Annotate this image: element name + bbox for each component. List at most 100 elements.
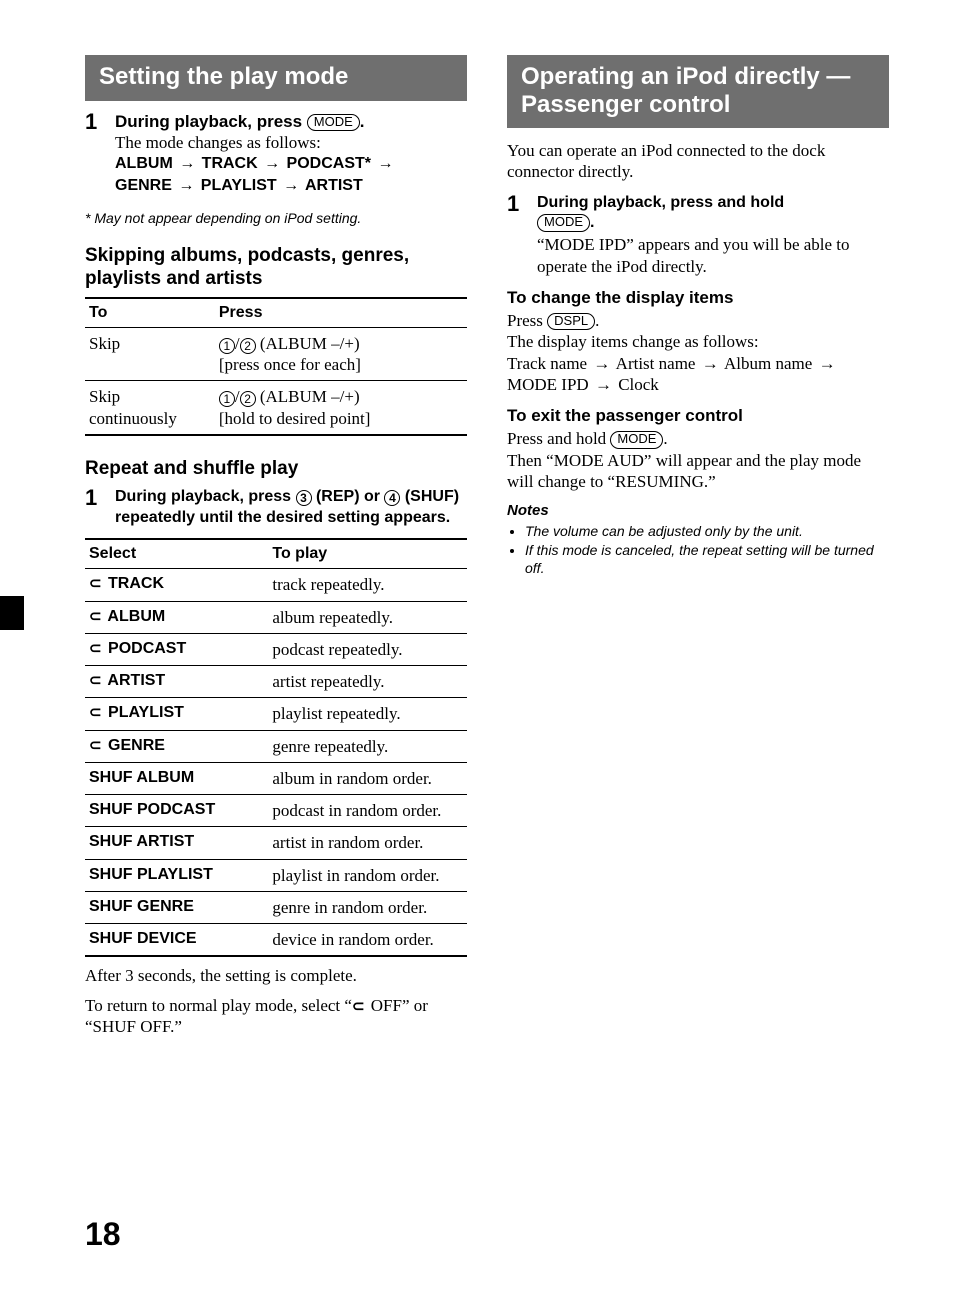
exit-sub: Then “MODE AUD” will appear and the play…: [507, 450, 889, 493]
cell-to-play: artist in random order.: [268, 827, 467, 859]
cell-select: SHUF DEVICE: [85, 924, 268, 957]
circled-2-icon: 2: [240, 338, 256, 354]
step-1-left: 1 During playback, press MODE. The mode …: [85, 111, 467, 198]
side-tab: [0, 596, 24, 630]
step-body: During playback, press and hold MODE. “M…: [537, 193, 889, 277]
cell-select: SHUF ARTIST: [85, 827, 268, 859]
cell-select: SHUF PLAYLIST: [85, 859, 268, 891]
table-header: Select: [85, 539, 268, 569]
subheading-exit-passenger: To exit the passenger control: [507, 405, 889, 426]
display-sequence: Track name → Artist name → Album name → …: [507, 353, 889, 396]
return-text: To return to normal play mode, select “⊂…: [85, 995, 467, 1038]
step-number: 1: [85, 111, 105, 198]
section-heading-play-mode: Setting the play mode: [85, 55, 467, 101]
step-body: During playback, press MODE. The mode ch…: [115, 111, 467, 198]
table-header: To: [85, 298, 215, 328]
mode-button-label: MODE: [537, 214, 590, 231]
cell-select: ⊂ TRACK: [85, 569, 268, 601]
table-row: SHUF ARTISTartist in random order.: [85, 827, 467, 859]
cell-to-play: album repeatedly.: [268, 601, 467, 633]
subheading-repeat-shuffle: Repeat and shuffle play: [85, 458, 467, 481]
step-body: During playback, press 3 (REP) or 4 (SHU…: [115, 487, 467, 529]
cell-to-play: artist repeatedly.: [268, 666, 467, 698]
cell-press: 1/2 (ALBUM –/+)[hold to desired point]: [215, 381, 467, 435]
step-1-right: 1 During playback, press and hold MODE. …: [507, 193, 889, 277]
mode-button-label: MODE: [610, 431, 663, 448]
repeat-icon: ⊂: [89, 672, 100, 691]
asterisk-note: * May not appear depending on iPod setti…: [85, 210, 467, 228]
table-row: ⊂ ALBUMalbum repeatedly.: [85, 601, 467, 633]
table-row: ⊂ PODCASTpodcast repeatedly.: [85, 633, 467, 665]
step-period: .: [360, 112, 365, 131]
cell-select: ⊂ GENRE: [85, 730, 268, 762]
step-1-repeat: 1 During playback, press 3 (REP) or 4 (S…: [85, 487, 467, 529]
cell-to-play: podcast repeatedly.: [268, 633, 467, 665]
mode-sequence: ALBUM → TRACK → PODCAST* → GENRE → PLAYL…: [115, 153, 467, 198]
repeat-icon: ⊂: [89, 640, 100, 659]
mode-button-label: MODE: [307, 114, 360, 131]
right-column: Operating an iPod directly — Passenger c…: [507, 55, 889, 1038]
table-row: Skip continuously1/2 (ALBUM –/+)[hold to…: [85, 381, 467, 435]
table-header: Press: [215, 298, 467, 328]
press-hold-mode: Press and hold MODE.: [507, 428, 889, 449]
page: Setting the play mode 1 During playback,…: [0, 0, 954, 1294]
text: (REP) or: [312, 488, 385, 505]
circled-3-icon: 3: [296, 490, 312, 506]
cell-to-play: podcast in random order.: [268, 795, 467, 827]
step-number: 1: [85, 487, 105, 529]
text: During playback, press: [115, 488, 296, 505]
display-change-text: The display items change as follows:: [507, 331, 889, 352]
step-sub: The mode changes as follows:: [115, 132, 467, 153]
repeat-icon: ⊂: [89, 737, 100, 756]
table-row: SHUF PODCASTpodcast in random order.: [85, 795, 467, 827]
table-row: SHUF DEVICEdevice in random order.: [85, 924, 467, 957]
subheading-skipping: Skipping albums, podcasts, genres, playl…: [85, 245, 467, 291]
section-heading-passenger: Operating an iPod directly — Passenger c…: [507, 55, 889, 128]
table-row: ⊂ ARTISTartist repeatedly.: [85, 666, 467, 698]
cell-to-play: track repeatedly.: [268, 569, 467, 601]
list-item: If this mode is canceled, the repeat set…: [525, 542, 889, 577]
table-row: Skip1/2 (ALBUM –/+)[press once for each]: [85, 327, 467, 381]
skip-table: To Press Skip1/2 (ALBUM –/+)[press once …: [85, 297, 467, 436]
list-item: The volume can be adjusted only by the u…: [525, 523, 889, 541]
notes-list: The volume can be adjusted only by the u…: [507, 523, 889, 578]
cell-to-play: device in random order.: [268, 924, 467, 957]
column-container: Setting the play mode 1 During playback,…: [85, 55, 889, 1038]
cell-select: SHUF ALBUM: [85, 762, 268, 794]
press-dspl: Press DSPL.: [507, 310, 889, 331]
left-column: Setting the play mode 1 During playback,…: [85, 55, 467, 1038]
cell-select: ⊂ PLAYLIST: [85, 698, 268, 730]
text: .: [590, 214, 594, 231]
notes-heading: Notes: [507, 502, 889, 521]
step-number: 1: [507, 193, 527, 277]
repeat-shuffle-table: Select To play ⊂ TRACKtrack repeatedly.⊂…: [85, 538, 467, 957]
page-number: 18: [85, 1214, 121, 1254]
text: During playback, press and hold: [537, 194, 784, 211]
table-row: ⊂ GENREgenre repeatedly.: [85, 730, 467, 762]
table-row: ⊂ PLAYLISTplaylist repeatedly.: [85, 698, 467, 730]
step-lead: During playback, press: [115, 112, 307, 131]
subheading-display-items: To change the display items: [507, 287, 889, 308]
table-row: SHUF PLAYLISTplaylist in random order.: [85, 859, 467, 891]
circled-4-icon: 4: [384, 490, 400, 506]
cell-to: Skip continuously: [85, 381, 215, 435]
repeat-icon: ⊂: [89, 608, 100, 627]
cell-to: Skip: [85, 327, 215, 381]
dspl-button-label: DSPL: [547, 313, 595, 330]
repeat-icon: ⊂: [89, 704, 100, 723]
cell-press: 1/2 (ALBUM –/+)[press once for each]: [215, 327, 467, 381]
circled-1-icon: 1: [219, 391, 235, 407]
intro-text: You can operate an iPod connected to the…: [507, 140, 889, 183]
cell-to-play: genre in random order.: [268, 891, 467, 923]
table-header: To play: [268, 539, 467, 569]
cell-to-play: playlist repeatedly.: [268, 698, 467, 730]
cell-to-play: album in random order.: [268, 762, 467, 794]
circled-2-icon: 2: [240, 391, 256, 407]
repeat-icon: ⊂: [352, 998, 363, 1017]
table-row: SHUF ALBUMalbum in random order.: [85, 762, 467, 794]
cell-select: ⊂ ALBUM: [85, 601, 268, 633]
cell-select: SHUF GENRE: [85, 891, 268, 923]
step-sub: “MODE IPD” appears and you will be able …: [537, 234, 889, 277]
table-row: ⊂ TRACKtrack repeatedly.: [85, 569, 467, 601]
after-text: After 3 seconds, the setting is complete…: [85, 965, 467, 986]
